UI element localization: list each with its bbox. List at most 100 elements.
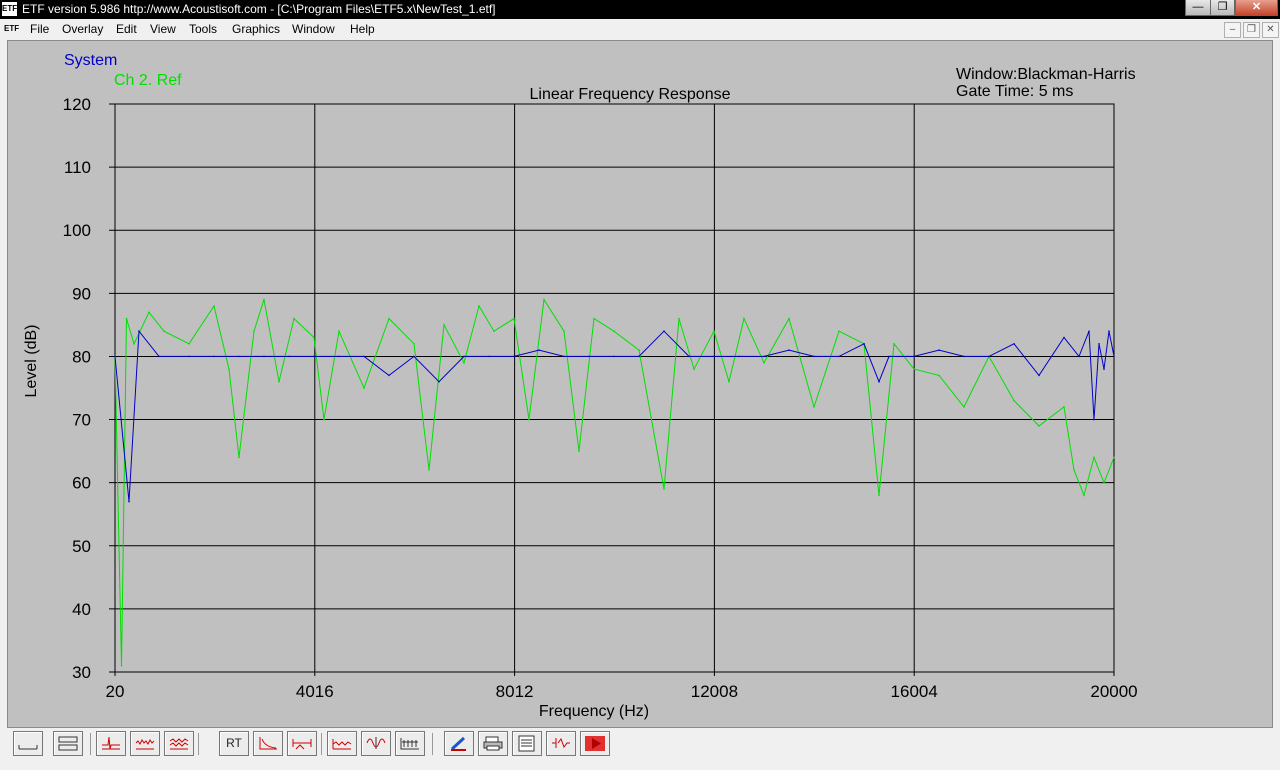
data-point xyxy=(938,349,940,351)
data-point xyxy=(863,343,865,345)
data-point xyxy=(563,330,565,333)
mdi-minimize-button[interactable]: – xyxy=(1224,22,1241,38)
data-point xyxy=(638,355,640,358)
data-point xyxy=(528,418,530,421)
data-point xyxy=(478,305,480,307)
mdi-close-button[interactable]: ✕ xyxy=(1262,22,1279,38)
spectrogram-icon[interactable] xyxy=(395,731,425,756)
data-point xyxy=(213,305,215,307)
menu-help[interactable]: Help xyxy=(350,22,375,36)
data-point xyxy=(438,380,440,383)
data-point xyxy=(1103,481,1105,484)
x-tick-label: 12008 xyxy=(691,682,738,701)
overlay-response-icon[interactable] xyxy=(164,731,194,756)
data-point xyxy=(743,317,745,320)
minimize-button[interactable]: — xyxy=(1185,0,1211,16)
frequency-response-chart[interactable]: 120 110 100 90 80 70 60 50 40 30 20 4016 8012 12008 16… xyxy=(8,41,1272,727)
y-tick-label: 40 xyxy=(72,600,91,619)
record-play-icon[interactable] xyxy=(580,731,610,756)
data-point xyxy=(838,330,840,333)
data-point xyxy=(963,406,965,408)
data-point xyxy=(988,355,990,358)
data-point xyxy=(613,330,615,333)
data-point xyxy=(463,355,465,358)
data-point xyxy=(1038,374,1040,377)
data-point xyxy=(1083,494,1085,497)
data-point xyxy=(688,355,690,358)
menu-file[interactable]: File xyxy=(30,22,49,36)
menu-graphics[interactable]: Graphics xyxy=(232,22,280,36)
maximize-button[interactable]: ❐ xyxy=(1210,0,1235,16)
data-point xyxy=(238,355,240,358)
data-point xyxy=(213,355,215,358)
toolbar-separator xyxy=(432,733,433,755)
data-point xyxy=(538,349,540,351)
menu-overlay[interactable]: Overlay xyxy=(62,22,103,36)
rt-button[interactable]: RT xyxy=(219,731,249,756)
color-pen-icon[interactable] xyxy=(444,731,474,756)
y-tick-label: 50 xyxy=(72,537,91,556)
data-point xyxy=(148,311,150,314)
data-point xyxy=(1113,355,1115,358)
report-icon[interactable] xyxy=(512,731,542,756)
y-tick-label: 80 xyxy=(72,347,91,366)
menu-view[interactable]: View xyxy=(150,22,176,36)
data-point xyxy=(713,330,715,333)
data-point xyxy=(763,355,765,358)
data-point xyxy=(813,406,815,408)
data-point xyxy=(413,355,415,358)
impulse-icon[interactable] xyxy=(96,731,126,756)
data-point xyxy=(913,355,915,358)
data-point xyxy=(888,355,890,358)
tool-bar: RT xyxy=(0,729,1280,770)
data-point xyxy=(678,317,680,320)
data-point xyxy=(563,355,565,358)
layout-button[interactable] xyxy=(53,731,83,756)
waveform-icon[interactable] xyxy=(361,731,391,756)
data-point xyxy=(188,355,190,358)
data-point xyxy=(313,336,315,339)
legend-ch2-ref: Ch 2. Ref xyxy=(114,72,182,89)
data-point xyxy=(263,298,265,301)
data-point xyxy=(613,355,615,358)
data-point xyxy=(488,355,490,358)
frequency-response-icon[interactable] xyxy=(130,731,160,756)
menu-tools[interactable]: Tools xyxy=(189,22,217,36)
data-point xyxy=(913,368,915,370)
mdi-restore-button[interactable]: ❐ xyxy=(1243,22,1260,38)
data-point xyxy=(1098,343,1100,345)
window-type-label: Window:Blackman-Harris xyxy=(956,66,1136,83)
data-point xyxy=(938,374,940,377)
document-icon[interactable]: ETF xyxy=(4,22,19,35)
blank-plot-button[interactable] xyxy=(13,731,43,756)
y-tick-label: 120 xyxy=(63,95,91,114)
decay-icon[interactable] xyxy=(253,731,283,756)
data-point xyxy=(1113,456,1115,459)
data-point xyxy=(293,317,295,320)
close-button[interactable]: ✕ xyxy=(1235,0,1278,16)
data-point xyxy=(1063,406,1065,408)
menu-window[interactable]: Window xyxy=(292,22,335,36)
data-point xyxy=(363,355,365,358)
data-point xyxy=(878,380,880,383)
data-point xyxy=(1038,425,1040,427)
data-point xyxy=(1078,355,1080,358)
time-window-icon[interactable] xyxy=(287,731,317,756)
data-point xyxy=(1108,330,1110,333)
title-bar: ETF ETF version 5.986 http://www.Acousti… xyxy=(0,0,1280,19)
data-point xyxy=(813,355,815,358)
menu-edit[interactable]: Edit xyxy=(116,22,137,36)
signal-generator-icon[interactable] xyxy=(546,731,576,756)
data-point xyxy=(963,355,965,358)
data-point xyxy=(253,330,255,333)
data-point xyxy=(413,343,415,345)
toolbar-separator xyxy=(321,733,322,755)
app-icon: ETF xyxy=(2,2,17,16)
data-point xyxy=(263,355,265,358)
data-point xyxy=(1013,399,1015,402)
data-point xyxy=(693,368,695,370)
room-mode-icon[interactable] xyxy=(327,731,357,756)
x-axis-label: Frequency (Hz) xyxy=(539,703,649,720)
data-point xyxy=(638,349,640,351)
print-icon[interactable] xyxy=(478,731,508,756)
